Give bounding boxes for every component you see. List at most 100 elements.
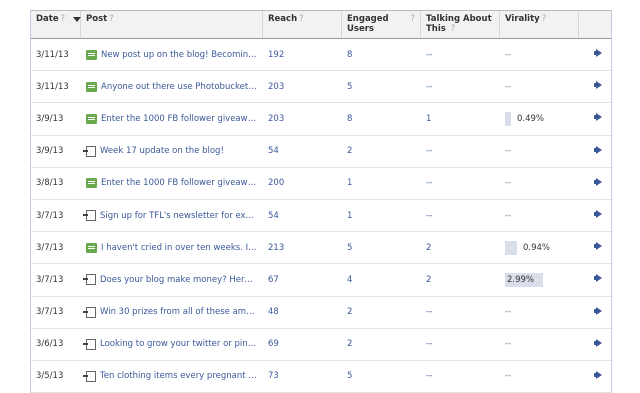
virality-value: 0.94%	[523, 242, 551, 253]
virality-value: --	[505, 146, 512, 157]
post-link[interactable]: Win 30 prizes from all of these amazing …	[100, 307, 258, 317]
reach-header-label: Reach	[268, 14, 298, 24]
reach-cell[interactable]: 213	[263, 243, 342, 253]
reach-cell[interactable]: 54	[263, 211, 342, 221]
reach-cell[interactable]: 48	[263, 307, 342, 317]
talking-about-cell[interactable]: --	[421, 371, 500, 381]
table-row: 3/11/13 Anyone out there use Photobucket…	[31, 71, 611, 104]
date-column-header[interactable]: Date ?	[31, 11, 82, 38]
talking-about-cell[interactable]: --	[421, 339, 500, 349]
talking-about-cell[interactable]: 2	[421, 275, 500, 285]
engaged-users-cell[interactable]: 2	[342, 339, 421, 349]
post-link[interactable]: Anyone out there use Photobucket for ph.…	[101, 82, 258, 92]
post-cell: Ten clothing items every pregnant woman.…	[81, 370, 263, 382]
promote-icon[interactable]	[594, 339, 603, 347]
help-icon[interactable]: ?	[542, 14, 547, 24]
reach-cell[interactable]: 192	[263, 50, 342, 60]
reach-cell[interactable]: 200	[263, 178, 342, 188]
virality-cell: --	[500, 146, 579, 156]
engaged-users-column-header[interactable]: Engaged Users ?	[342, 11, 421, 38]
post-link[interactable]: Enter the 1000 FB follower giveaway on t…	[101, 178, 258, 188]
engaged-users-cell[interactable]: 2	[342, 146, 421, 156]
virality-bar	[505, 111, 511, 126]
link-post-icon	[83, 210, 96, 222]
help-icon[interactable]: ?	[61, 14, 66, 24]
post-column-header[interactable]: Post ?	[81, 11, 263, 38]
virality-cell: --	[500, 339, 579, 349]
table-header: Date ? Post ? Reach ? Engaged Users ? Ta…	[31, 10, 611, 39]
post-link[interactable]: New post up on the blog! Becoming a mill…	[101, 50, 258, 60]
post-link[interactable]: Looking to grow your twitter or pinteres…	[100, 339, 258, 349]
talking-about-cell[interactable]: --	[421, 50, 500, 60]
post-cell: I haven't cried in over ten weeks. I thi…	[81, 242, 263, 253]
table-row: 3/6/13 Looking to grow your twitter or p…	[31, 329, 611, 361]
promote-icon[interactable]	[594, 113, 603, 121]
virality-cell: 2.99%	[500, 272, 579, 287]
table-row: 3/9/13 Week 17 update on the blog! 54 2 …	[31, 136, 611, 168]
engaged-users-cell[interactable]: 4	[342, 275, 421, 285]
status-update-icon	[86, 81, 97, 92]
post-cell: Anyone out there use Photobucket for ph.…	[81, 81, 263, 92]
talking-about-cell[interactable]: --	[421, 307, 500, 317]
promote-icon[interactable]	[594, 371, 603, 379]
reach-cell[interactable]: 67	[263, 275, 342, 285]
engaged-users-cell[interactable]: 5	[342, 371, 421, 381]
promote-icon[interactable]	[594, 307, 603, 315]
talking-about-cell[interactable]: --	[421, 178, 500, 188]
virality-column-header[interactable]: Virality ?	[500, 11, 579, 38]
promote-icon[interactable]	[594, 49, 603, 57]
reach-cell[interactable]: 69	[263, 339, 342, 349]
reach-column-header[interactable]: Reach ?	[263, 11, 342, 38]
talking-about-cell[interactable]: --	[421, 211, 500, 221]
engaged-users-cell[interactable]: 5	[342, 243, 421, 253]
talking-about-cell[interactable]: --	[421, 82, 500, 92]
virality-cell: 0.94%	[500, 240, 579, 255]
talking-about-cell[interactable]: 1	[421, 114, 500, 124]
virality-bar	[505, 240, 517, 255]
link-post-icon	[83, 370, 96, 382]
date-cell: 3/7/13	[36, 274, 64, 285]
post-link[interactable]: Week 17 update on the blog!	[100, 146, 224, 156]
promote-icon[interactable]	[594, 242, 603, 250]
engaged-users-cell[interactable]: 2	[342, 307, 421, 317]
actions-column-header	[579, 11, 611, 38]
engaged-users-cell[interactable]: 8	[342, 114, 421, 124]
reach-cell[interactable]: 73	[263, 371, 342, 381]
talking-about-cell[interactable]: 2	[421, 243, 500, 253]
engaged-users-cell[interactable]: 1	[342, 178, 421, 188]
actions-cell	[579, 49, 611, 60]
reach-cell[interactable]: 203	[263, 114, 342, 124]
engaged-users-cell[interactable]: 1	[342, 211, 421, 221]
engaged-header-label: Engaged Users	[347, 14, 389, 34]
actions-cell	[579, 307, 611, 318]
help-icon[interactable]: ?	[109, 14, 114, 24]
promote-icon[interactable]	[594, 146, 603, 154]
table-row: 3/11/13 New post up on the blog! Becomin…	[31, 39, 611, 72]
promote-icon[interactable]	[594, 274, 603, 282]
engaged-users-cell[interactable]: 5	[342, 82, 421, 92]
promote-icon[interactable]	[594, 210, 603, 218]
help-icon[interactable]: ?	[410, 14, 415, 24]
post-link[interactable]: Enter the 1000 FB follower giveaway and …	[101, 114, 258, 124]
help-icon[interactable]: ?	[451, 24, 456, 34]
reach-cell[interactable]: 203	[263, 82, 342, 92]
virality-cell: --	[500, 50, 579, 60]
post-link[interactable]: Ten clothing items every pregnant woman.…	[100, 371, 258, 381]
link-post-icon	[83, 338, 96, 350]
talking-about-column-header[interactable]: Talking About This ?	[421, 11, 500, 38]
status-update-icon	[86, 178, 97, 189]
promote-icon[interactable]	[594, 178, 603, 186]
table-row: 3/9/13 Enter the 1000 FB follower giveaw…	[31, 103, 611, 136]
post-link[interactable]: Sign up for TFL's newsletter for exclusi…	[100, 211, 258, 221]
help-icon[interactable]: ?	[299, 14, 304, 24]
sort-desc-icon[interactable]	[73, 17, 82, 22]
talking-about-cell[interactable]: --	[421, 146, 500, 156]
reach-cell[interactable]: 54	[263, 146, 342, 156]
engaged-users-cell[interactable]: 8	[342, 50, 421, 60]
promote-icon[interactable]	[594, 81, 603, 89]
virality-value: --	[505, 307, 512, 318]
date-cell: 3/11/13	[36, 49, 69, 60]
post-link[interactable]: Does your blog make money? Here are so..…	[100, 275, 258, 285]
post-link[interactable]: I haven't cried in over ten weeks. I thi…	[101, 243, 258, 253]
post-cell: Does your blog make money? Here are so..…	[81, 274, 263, 286]
